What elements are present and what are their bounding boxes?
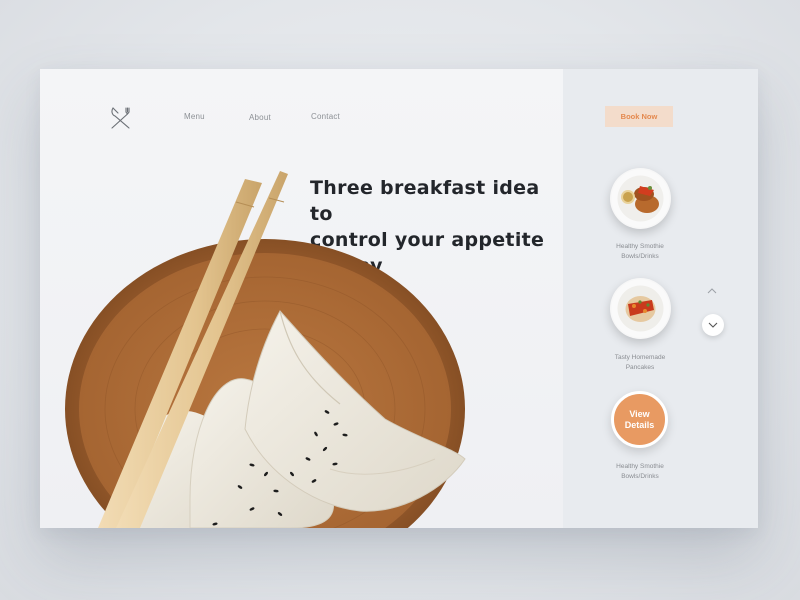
view-details-button[interactable]: View Details — [611, 391, 668, 448]
dish-label-line: Bowls/Drinks — [621, 252, 659, 260]
view-details-line: Details — [624, 419, 655, 430]
dish-label-line: Tasty Homemade — [614, 354, 666, 361]
dish-label-3: Healthy Smothie Bowls/Drinks — [585, 462, 695, 481]
dish-thumbnail-2[interactable] — [610, 278, 671, 339]
fork-knife-icon[interactable] — [109, 106, 133, 130]
chevron-up-icon[interactable] — [704, 283, 720, 299]
food-plate-icon — [611, 279, 670, 338]
view-details-line: View — [629, 408, 650, 419]
food-plate-icon — [611, 169, 670, 228]
dish-thumbnail-1[interactable] — [610, 168, 671, 229]
dish-label-line: Pancakes — [625, 363, 655, 371]
dish-label-1: Healthy Smothie Bowls/Drinks — [585, 242, 695, 261]
dish-label-line: Healthy Smothie — [616, 463, 664, 470]
page-card: Menu About Contact Three breakfast idea … — [40, 69, 758, 528]
nav-about-link[interactable]: About — [249, 113, 271, 122]
dish-label-2: Tasty Homemade Pancakes — [585, 353, 695, 372]
dish-label-line: Bowls/Drinks — [621, 472, 659, 480]
dish-label-line: Healthy Smothie — [616, 243, 664, 250]
book-now-button[interactable]: Book Now — [605, 106, 673, 127]
nav-contact-link[interactable]: Contact — [311, 112, 340, 121]
chevron-down-icon — [708, 322, 718, 328]
scroll-down-button[interactable] — [702, 314, 724, 336]
nav-menu-link[interactable]: Menu — [184, 112, 205, 121]
dumpling-bowl-image — [65, 171, 466, 528]
